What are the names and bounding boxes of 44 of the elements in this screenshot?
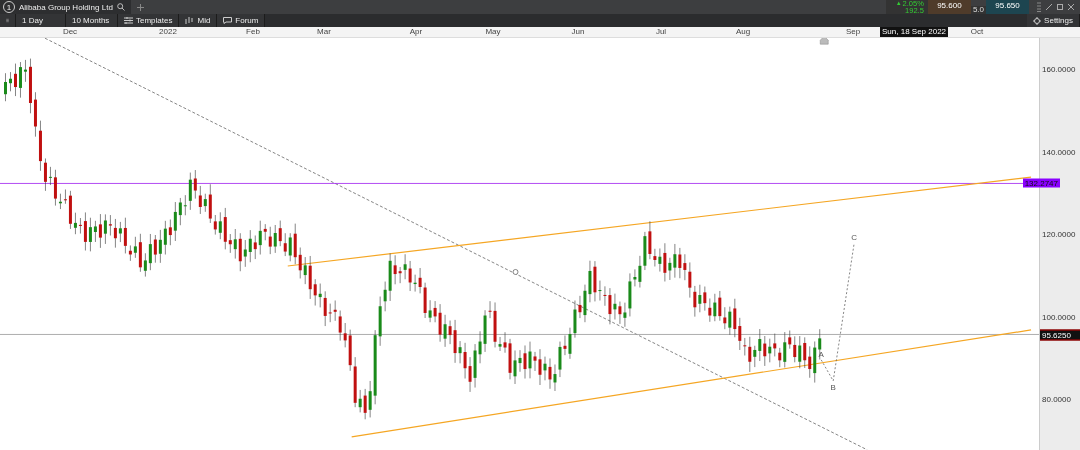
- wave-label: A: [818, 349, 824, 359]
- close-icon[interactable]: [1068, 4, 1074, 10]
- popout-icon[interactable]: [1057, 4, 1063, 10]
- candles-icon: [185, 17, 195, 25]
- settings-icon: [1033, 16, 1042, 25]
- range-button[interactable]: 10 Months: [66, 14, 118, 28]
- current-price-tag: 95.6250: [1040, 329, 1080, 341]
- search-icon[interactable]: [116, 3, 125, 11]
- date-axis-label: Jun: [571, 27, 585, 38]
- spread-value: 5.0: [970, 6, 986, 14]
- price-axis-label: 80.0000: [1042, 394, 1071, 404]
- templates-button[interactable]: Templates: [118, 14, 180, 28]
- date-axis-label: 2022: [159, 27, 177, 38]
- price-axis-label: 120.0000: [1042, 229, 1076, 239]
- price-axis-label: 140.0000: [1042, 147, 1076, 156]
- mid-button[interactable]: Mid: [179, 14, 218, 28]
- add-tab-icon[interactable]: [136, 3, 144, 11]
- date-axis-label: Jul: [655, 27, 667, 38]
- date-axis-label: Dec: [62, 27, 78, 38]
- sliders-icon: [124, 17, 133, 25]
- wave-label: B: [830, 382, 836, 392]
- price-axis-label: 100.0000: [1042, 312, 1076, 321]
- date-axis-label: Aug: [735, 27, 751, 38]
- interval-button[interactable]: 1 Day: [16, 14, 66, 28]
- date-axis-label: May: [485, 27, 501, 38]
- drag-handle-icon[interactable]: [1037, 2, 1041, 12]
- level-price-tag: 132.2747: [1022, 178, 1060, 188]
- instrument-name: Alibaba Group Holding Ltd: [19, 2, 113, 12]
- date-axis-label: Apr: [409, 27, 423, 38]
- date-axis-label: Sep: [845, 27, 861, 38]
- settings-button[interactable]: Settings: [1027, 14, 1080, 28]
- date-axis-label: Mar: [317, 27, 331, 38]
- buy-price-button[interactable]: 95.650: [986, 0, 1029, 14]
- layout-button[interactable]: [0, 14, 16, 28]
- instrument-tab[interactable]: 1 Alibaba Group Holding Ltd: [0, 0, 131, 14]
- wave-label: C: [851, 233, 858, 242]
- chat-icon: [223, 17, 233, 25]
- sell-price-button[interactable]: 95.600: [927, 0, 971, 14]
- price-axis-label: 160.0000: [1042, 64, 1076, 74]
- forum-button[interactable]: Forum: [217, 14, 266, 28]
- date-axis-label: Oct: [970, 27, 984, 38]
- date-axis-label: Feb: [246, 27, 260, 38]
- cursor-date-label: Sun, 18 Sep 2022: [880, 27, 949, 38]
- line-handle[interactable]: [512, 269, 519, 275]
